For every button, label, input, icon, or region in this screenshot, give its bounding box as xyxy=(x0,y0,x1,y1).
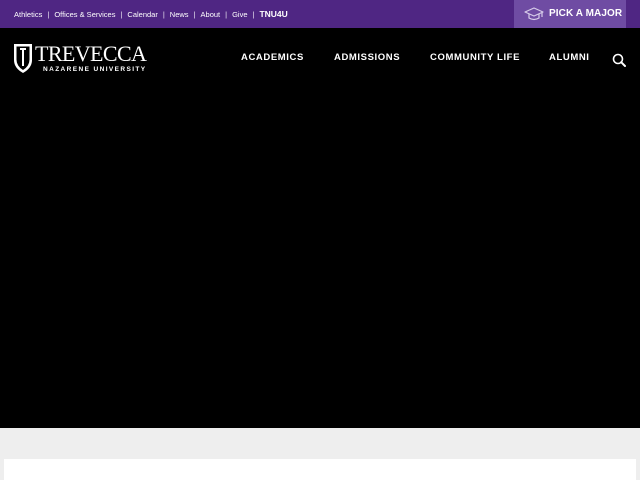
logo-subtitle: NAZARENE UNIVERSITY xyxy=(43,66,147,73)
utility-separator: | xyxy=(162,9,165,19)
utility-link-calendar[interactable]: Calendar xyxy=(127,10,157,19)
utility-separator: | xyxy=(252,9,255,19)
main-header: TREVECCA NAZARENE UNIVERSITY ACADEMICS A… xyxy=(0,28,640,428)
utility-link-news[interactable]: News xyxy=(170,10,189,19)
content-section xyxy=(0,428,640,480)
content-card xyxy=(4,459,636,480)
nav-item-community-life[interactable]: COMMUNITY LIFE xyxy=(430,52,520,63)
utility-link-give[interactable]: Give xyxy=(232,10,247,19)
utility-bar: Athletics | Offices & Services | Calenda… xyxy=(0,0,640,28)
nav-item-admissions[interactable]: ADMISSIONS xyxy=(334,52,400,63)
utility-link-about[interactable]: About xyxy=(201,10,221,19)
utility-separator: | xyxy=(225,9,228,19)
nav-item-academics[interactable]: ACADEMICS xyxy=(241,52,304,63)
utility-link-athletics[interactable]: Athletics xyxy=(14,10,42,19)
nav-item-alumni[interactable]: ALUMNI xyxy=(549,52,590,63)
utility-nav: Athletics | Offices & Services | Calenda… xyxy=(14,0,288,28)
utility-link-offices-services[interactable]: Offices & Services xyxy=(54,10,115,19)
utility-separator: | xyxy=(120,9,123,19)
page: Athletics | Offices & Services | Calenda… xyxy=(0,0,640,480)
pick-a-major-label: PICK A MAJOR xyxy=(549,8,623,19)
search-icon[interactable] xyxy=(612,53,626,67)
pick-a-major-button[interactable]: PICK A MAJOR xyxy=(514,0,626,28)
utility-separator: | xyxy=(47,9,50,19)
utility-link-tnu4u[interactable]: TNU4U xyxy=(259,9,287,19)
utility-separator: | xyxy=(193,9,196,19)
graduation-cap-icon xyxy=(524,7,544,21)
main-nav: ACADEMICS ADMISSIONS COMMUNITY LIFE ALUM… xyxy=(0,52,640,66)
